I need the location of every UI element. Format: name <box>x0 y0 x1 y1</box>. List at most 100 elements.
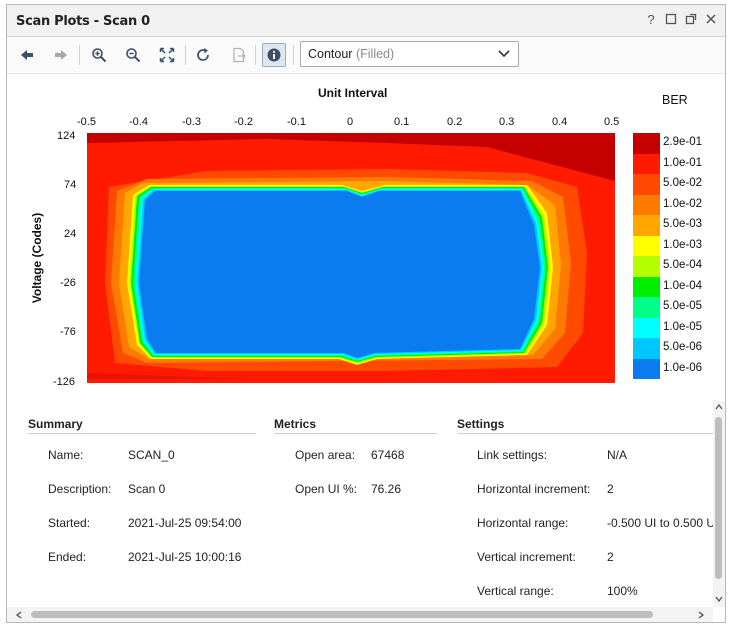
legend-swatch <box>633 338 660 359</box>
horizontal-increment-value: 2 <box>607 482 614 496</box>
legend-entry: 1.0e-02 <box>633 194 713 215</box>
plot-title: Unit Interval <box>318 86 388 100</box>
legend-title: BER <box>662 93 688 107</box>
vertical-range-label: Vertical range: <box>477 584 554 598</box>
chevron-down-icon <box>498 50 510 58</box>
y-tick: -126 <box>53 376 76 388</box>
vertical-increment-label: Vertical increment: <box>477 550 576 564</box>
y-tick: 24 <box>64 228 77 240</box>
legend-swatch <box>633 153 660 174</box>
legend-entry: 5.0e-05 <box>633 297 713 318</box>
legend-entry: 5.0e-02 <box>633 174 713 195</box>
legend-label: 5.0e-05 <box>663 300 703 312</box>
legend-swatch <box>633 276 660 297</box>
legend-label: 1.0e-03 <box>663 238 703 251</box>
forward-icon[interactable] <box>49 43 73 67</box>
legend-label: 5.0e-03 <box>663 218 703 230</box>
legend-swatch <box>633 317 660 338</box>
x-tick: 0.4 <box>552 116 568 128</box>
link-settings-label: Link settings: <box>477 448 548 462</box>
summary-heading: Summary <box>28 417 83 431</box>
legend-swatch <box>633 235 660 256</box>
restore-icon[interactable] <box>684 13 698 27</box>
legend-swatch <box>633 194 660 215</box>
y-axis-label: Voltage (Codes) <box>30 212 44 304</box>
legend-label: 5.0e-02 <box>663 177 703 189</box>
vertical-scroll-thumb[interactable] <box>715 417 722 579</box>
legend-label: 5.0e-06 <box>663 341 703 353</box>
legend-swatch <box>633 133 660 154</box>
fit-icon[interactable] <box>155 43 179 67</box>
link-settings-value: N/A <box>607 448 628 462</box>
name-value: SCAN_0 <box>128 448 175 462</box>
y-tick: -26 <box>60 277 76 289</box>
horizontal-range-label: Horizontal range: <box>477 516 569 530</box>
vertical-range-value: 100% <box>607 584 638 598</box>
legend-entry: 5.0e-04 <box>633 256 713 277</box>
legend-swatch <box>633 215 660 236</box>
scan-plots-window: Scan Plots - Scan 0 ? Contour (Filled) U… <box>6 4 726 623</box>
legend-label: 2.9e-01 <box>663 136 703 148</box>
close-icon[interactable] <box>704 13 718 27</box>
legend-entry: 1.0e-01 <box>633 153 713 174</box>
plot-type-dropdown[interactable]: Contour (Filled) <box>300 41 519 67</box>
scroll-left-icon[interactable] <box>15 611 23 619</box>
x-tick: 0.3 <box>499 116 515 128</box>
legend-label: 1.0e-01 <box>663 156 703 169</box>
ended-label: Ended: <box>48 550 87 564</box>
horizontal-scroll-thumb[interactable] <box>31 611 653 618</box>
y-tick: 124 <box>57 130 76 142</box>
scroll-right-icon[interactable] <box>697 611 705 619</box>
x-tick: 0.1 <box>394 116 410 128</box>
x-tick: -0.5 <box>77 116 96 128</box>
info-icon[interactable] <box>262 43 286 67</box>
legend-swatch <box>633 297 660 318</box>
legend-entry: 1.0e-05 <box>633 317 713 338</box>
x-tick: -0.2 <box>234 116 253 128</box>
open-area-value: 67468 <box>371 448 405 462</box>
legend-swatch <box>633 256 660 277</box>
legend-entry: 1.0e-04 <box>633 276 713 297</box>
description-value: Scan 0 <box>128 482 166 496</box>
legend-entry: 1.0e-03 <box>633 235 713 256</box>
started-value: 2021-Jul-25 09:54:00 <box>128 516 242 530</box>
eye-contour-plot <box>87 133 615 383</box>
open-area-label: Open area: <box>295 448 356 462</box>
x-tick: 0 <box>347 116 354 128</box>
name-label: Name: <box>48 448 84 462</box>
metrics-heading: Metrics <box>274 417 317 431</box>
legend-label: 1.0e-06 <box>663 361 703 374</box>
zoom-in-icon[interactable] <box>87 43 111 67</box>
vertical-increment-value: 2 <box>607 550 614 564</box>
legend-label: 1.0e-02 <box>663 197 703 210</box>
help-icon[interactable]: ? <box>644 13 658 27</box>
legend-entry: 2.9e-01 <box>633 133 713 154</box>
scroll-up-icon[interactable] <box>715 403 723 411</box>
minimize-icon[interactable] <box>664 13 678 27</box>
legend-swatch <box>633 174 660 195</box>
x-tick: 0.2 <box>447 116 463 128</box>
legend-entry: 5.0e-06 <box>633 338 713 359</box>
legend-swatch <box>633 358 660 379</box>
title-bar: Scan Plots - Scan 0 ? <box>7 5 725 37</box>
y-tick: 74 <box>64 179 77 191</box>
back-icon[interactable] <box>15 43 39 67</box>
settings-heading: Settings <box>457 417 505 431</box>
legend-entry: 5.0e-03 <box>633 215 713 236</box>
ended-value: 2021-Jul-25 10:00:16 <box>128 550 242 564</box>
legend-label: 1.0e-05 <box>663 320 703 333</box>
settings-panel: Link settings: N/A Horizontal increment:… <box>457 437 713 607</box>
x-tick: -0.3 <box>182 116 201 128</box>
open-ui-value: 76.26 <box>371 482 402 496</box>
plot-type-sub: (Filled) <box>355 47 395 61</box>
plot-type-value: Contour <box>308 47 353 61</box>
x-tick: 0.5 <box>604 116 620 128</box>
description-label: Description: <box>48 482 112 496</box>
refresh-icon[interactable] <box>191 43 215 67</box>
legend-entry: 1.0e-06 <box>633 358 713 379</box>
y-tick: -76 <box>60 326 76 338</box>
horizontal-increment-label: Horizontal increment: <box>477 482 591 496</box>
scroll-down-icon[interactable] <box>715 595 723 603</box>
zoom-out-icon[interactable] <box>121 43 145 67</box>
export-icon[interactable] <box>227 43 251 67</box>
